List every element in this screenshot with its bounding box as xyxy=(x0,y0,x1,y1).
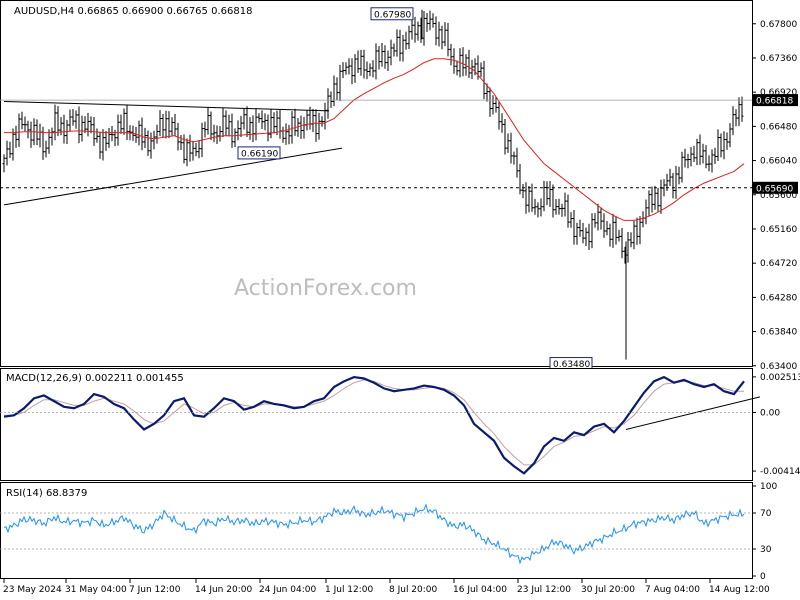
price-tag-label: 0.65690 xyxy=(756,184,793,194)
price-tick-label: 0.67360 xyxy=(760,54,797,64)
price-tag-label: 0.66818 xyxy=(756,97,793,107)
price-tick-label: 0.66480 xyxy=(760,122,797,132)
rsi-panel-frame xyxy=(0,482,753,579)
watermark: ActionForex.com xyxy=(234,276,417,301)
chart-title: AUDUSD,H4 0.66865 0.66900 0.66765 0.6681… xyxy=(14,6,252,17)
time-tick-label: 8 Jul 20:00 xyxy=(389,585,438,595)
time-tick-label: 23 Jul 12:00 xyxy=(517,585,571,595)
time-tick-label: 24 Jun 04:00 xyxy=(259,585,316,595)
time-tick-label: 31 May 04:00 xyxy=(65,585,127,595)
price-tick-label: 0.67800 xyxy=(760,20,797,30)
rsi-title: RSI(14) 68.8379 xyxy=(6,488,87,499)
price-tick-label: 0.66040 xyxy=(760,157,797,167)
time-tick-label: 23 May 2024 xyxy=(3,585,62,595)
price-tick-label: 0.63840 xyxy=(760,328,797,338)
time-tick-label: 14 Aug 12:00 xyxy=(709,585,770,595)
macd-tick-label: -0.00414 xyxy=(760,467,800,477)
rsi-tick-label: 0 xyxy=(760,572,766,582)
time-tick-label: 7 Aug 04:00 xyxy=(645,585,700,595)
price-tick-label: 0.63400 xyxy=(760,362,797,372)
rsi-tick-label: 30 xyxy=(760,545,772,555)
price-tick-label: 0.65160 xyxy=(760,225,797,235)
time-tick-label: 1 Jul 12:00 xyxy=(325,585,374,595)
time-tick-label: 30 Jul 20:00 xyxy=(581,585,635,595)
time-tick-label: 14 Jun 20:00 xyxy=(195,585,252,595)
macd-tick-label: 0.002513 xyxy=(760,373,800,383)
price-annotation-label: 0.67980 xyxy=(374,10,411,20)
rsi-tick-label: 70 xyxy=(760,509,772,519)
price-tick-label: 0.64280 xyxy=(760,293,797,303)
price-tick-label: 0.64720 xyxy=(760,259,797,269)
time-tick-label: 7 Jun 12:00 xyxy=(129,585,181,595)
rsi-panel: RSI(14) 68.8379 100 70 30 0 xyxy=(0,482,777,582)
price-annotation-label: 0.66190 xyxy=(241,149,278,159)
macd-title: MACD(12,26,9) 0.002211 0.001455 xyxy=(6,373,184,384)
chart-canvas: AUDUSD,H4 0.66865 0.66900 0.66765 0.6681… xyxy=(0,0,800,595)
time-tick-label: 16 Jul 04:00 xyxy=(453,585,507,595)
macd-panel: MACD(12,26,9) 0.002211 0.001455 0.002513… xyxy=(0,368,800,481)
rsi-tick-label: 100 xyxy=(760,482,777,492)
time-axis: 23 May 2024 31 May 04:00 7 Jun 12:00 14 Jun… xyxy=(3,579,770,595)
price-panel: AUDUSD,H4 0.66865 0.66900 0.66765 0.6681… xyxy=(0,0,798,372)
macd-tick-label: 0.00 xyxy=(760,408,780,418)
